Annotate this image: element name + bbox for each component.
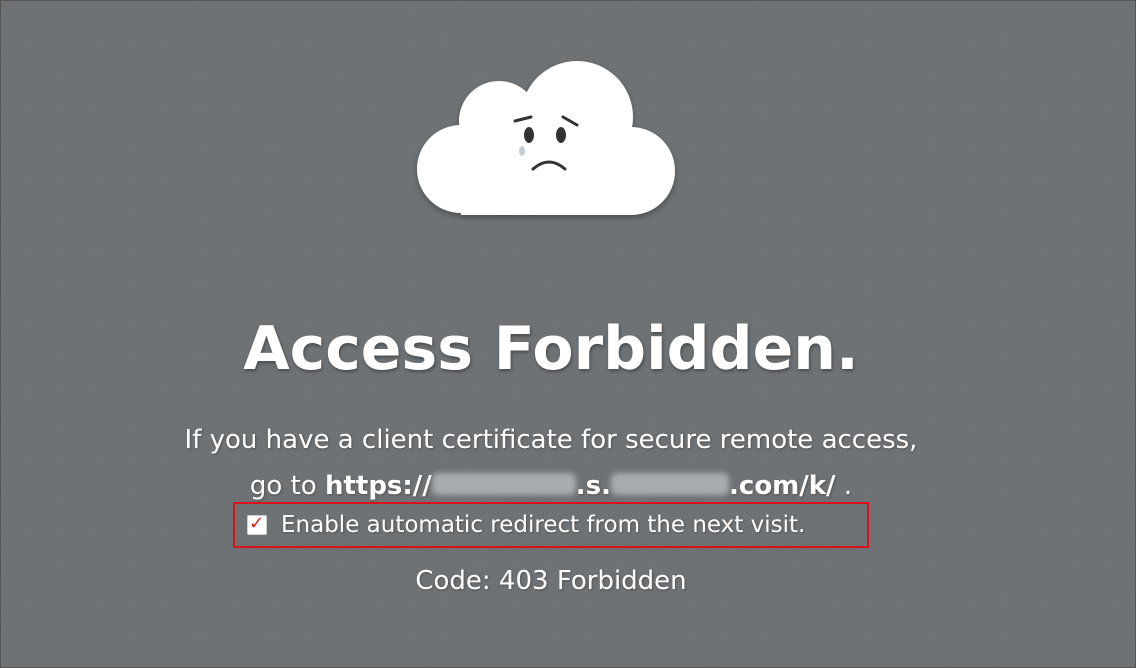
checkmark-icon: ✓	[249, 513, 265, 534]
certificate-url-link[interactable]: https:// .s. .com/k/	[325, 471, 836, 501]
status-code: Code: 403 Forbidden	[415, 566, 687, 596]
redacted-domain	[611, 472, 730, 495]
page-title: Access Forbidden.	[243, 314, 859, 384]
auto-redirect-checkbox[interactable]: ✓	[247, 513, 267, 535]
auto-redirect-label[interactable]: Enable automatic redirect from the next …	[281, 510, 805, 540]
url-end: .com/k/	[729, 471, 836, 501]
message-suffix: .	[835, 471, 853, 501]
message-prefix: go to	[249, 471, 325, 501]
sad-cloud-icon	[411, 59, 683, 221]
certificate-message: If you have a client certificate for sec…	[1, 417, 1101, 509]
auto-redirect-option[interactable]: ✓ Enable automatic redirect from the nex…	[233, 502, 869, 548]
url-middle: .s.	[575, 471, 612, 501]
message-line-1: If you have a client certificate for sec…	[184, 425, 918, 455]
url-scheme: https://	[324, 471, 432, 501]
redacted-host	[431, 472, 576, 495]
